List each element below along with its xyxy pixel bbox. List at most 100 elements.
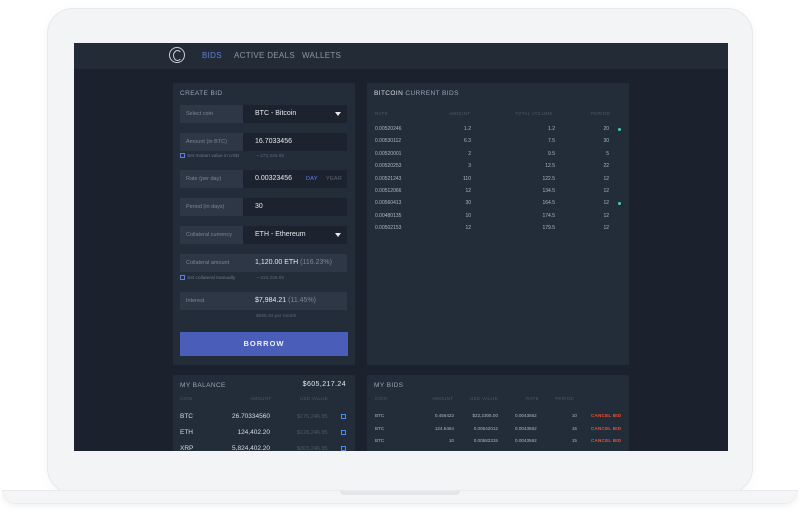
- bid-total: 7.5: [548, 138, 555, 145]
- mybid-coin: BTC: [375, 438, 385, 443]
- set-motion-checkbox-row[interactable]: Set motion value in USD: [180, 153, 239, 159]
- bid-amount: 110: [463, 175, 471, 182]
- mybid-usd: 0.00582315: [473, 438, 498, 443]
- current-bids-title-coin: BITCOIN: [374, 90, 404, 97]
- bid-rate: 0.00502153: [375, 225, 402, 232]
- set-collateral-checkbox-row[interactable]: Set collateral manually: [180, 275, 235, 281]
- bid-rate: 0.00520001: [375, 150, 402, 157]
- checkbox-icon[interactable]: [180, 153, 185, 158]
- app-logo-icon[interactable]: [169, 47, 185, 63]
- col-rate: RATE: [375, 111, 388, 116]
- collateral-amount-pct: (116.23%): [300, 259, 332, 266]
- balance-coin: ETH: [180, 429, 193, 436]
- balance-col-coin: COIN: [180, 396, 193, 401]
- borrow-button[interactable]: BORROW: [180, 332, 348, 356]
- mybid-amount: 0.456423: [434, 413, 454, 418]
- balance-col-amount: AMOUNT: [250, 396, 272, 401]
- bid-amount: 6.3: [464, 138, 471, 145]
- bid-period: 12: [603, 212, 609, 219]
- bid-period: 12: [603, 200, 609, 207]
- collateral-amount-row: Collateral amount 1,120.00 ETH (116.23%): [180, 254, 347, 272]
- rate-year-toggle[interactable]: YEAR: [326, 176, 342, 182]
- amount-label: Amount (in BTC): [186, 139, 227, 145]
- mybids-col-rate: RATE: [526, 396, 539, 401]
- external-link-icon[interactable]: [341, 414, 346, 419]
- bid-rate: 0.00520253: [375, 163, 402, 170]
- period-input[interactable]: 30: [243, 198, 347, 216]
- rate-row: Rate (per day) 0.00323456 DAY YEAR: [180, 170, 347, 188]
- mybid-period: 15: [571, 425, 577, 431]
- select-coin-dropdown[interactable]: BTC - Bitcoin: [243, 105, 347, 123]
- mybid-coin: BTC: [375, 413, 385, 418]
- select-coin-row: Select coin BTC - Bitcoin: [180, 105, 347, 123]
- external-link-icon[interactable]: [341, 446, 346, 451]
- interest-note: $665.34 per month: [256, 314, 297, 319]
- app-screen: BIDS ACTIVE DEALS WALLETS CREATE BID Sel…: [74, 43, 728, 451]
- balance-amount: 26.70334560: [232, 413, 270, 420]
- balance-amount: 124,402.20: [237, 429, 270, 436]
- bid-period: 12: [603, 225, 609, 232]
- mybid-rate: 0.0043562: [515, 425, 537, 431]
- mybid-rate: 0.0043562: [515, 438, 537, 443]
- my-balance-total: $605,217.24: [302, 381, 346, 388]
- external-link-icon[interactable]: [341, 430, 346, 435]
- set-motion-label: Set motion value in USD: [187, 153, 240, 159]
- current-bids-title-rest: CURRENT BIDS: [403, 90, 459, 97]
- col-amount: AMOUNT: [449, 111, 471, 116]
- mybid-period: 10: [571, 413, 577, 418]
- amount-row: Amount (in BTC) 16.7033456: [180, 133, 347, 151]
- collateral-amount-value: 1,120.00 ETH: [255, 259, 299, 266]
- rate-value: 0.00323456: [255, 175, 292, 182]
- bid-period: 12: [603, 175, 609, 182]
- collateral-currency-dropdown[interactable]: ETH - Ethereum: [243, 226, 347, 244]
- bid-total: 164.5: [542, 200, 555, 207]
- set-collateral-label: Set collateral manually: [187, 275, 236, 281]
- dropdown-caret-icon: [335, 233, 341, 237]
- interest-row: Interest $7,984.21 (11.45%): [180, 292, 347, 310]
- period-row: Period (in days) 30: [180, 198, 347, 216]
- laptop-notch: [340, 491, 460, 495]
- collateral-currency-value: ETH - Ethereum: [255, 231, 306, 238]
- bid-amount: 30: [465, 200, 471, 207]
- bid-total: 174.5: [542, 212, 555, 219]
- checkbox-icon[interactable]: [180, 275, 185, 280]
- rate-day-toggle[interactable]: DAY: [306, 176, 318, 182]
- create-bid-title: CREATE BID: [180, 90, 223, 97]
- bid-period: 22: [603, 163, 609, 170]
- bid-rate: 0.00512066: [375, 188, 402, 194]
- mybids-col-amount: AMOUNT: [432, 396, 454, 401]
- tab-bids[interactable]: BIDS: [202, 51, 222, 60]
- collateral-amount-display: 1,120.00 ETH (116.23%): [243, 254, 347, 272]
- select-coin-value: BTC - Bitcoin: [255, 110, 297, 117]
- bid-amount: 10: [465, 212, 471, 219]
- bid-period: 20: [603, 126, 609, 132]
- collateral-usd-note: ~ 316,246.95: [256, 276, 285, 281]
- mybids-col-coin: COIN: [375, 396, 388, 401]
- collateral-amount-label: Collateral amount: [186, 260, 230, 266]
- cancel-bid-button[interactable]: CANCEL BID: [591, 413, 621, 418]
- mybid-coin: BTC: [375, 425, 385, 431]
- mybid-usd: $22,2305.00: [472, 413, 498, 418]
- bid-rate: 0.00530112: [375, 138, 402, 145]
- cancel-bid-button[interactable]: CANCEL BID: [591, 438, 621, 443]
- tab-wallets[interactable]: WALLETS: [302, 51, 341, 60]
- rate-label: Rate (per day): [186, 176, 222, 182]
- collateral-currency-row: Collateral currency ETH - Ethereum: [180, 226, 347, 244]
- bid-total: 12.5: [545, 163, 555, 170]
- cancel-bid-button[interactable]: CANCEL BID: [591, 426, 621, 431]
- dropdown-caret-icon: [335, 112, 341, 116]
- top-nav: BIDS ACTIVE DEALS WALLETS: [74, 43, 728, 69]
- collateral-currency-label: Collateral currency: [186, 232, 232, 238]
- bid-period: 5: [606, 150, 609, 157]
- bid-total: 179.5: [542, 225, 555, 232]
- tab-active-deals[interactable]: ACTIVE DEALS: [234, 51, 295, 60]
- current-bids-title: BITCOIN CURRENT BIDS: [374, 90, 459, 97]
- amount-input[interactable]: 16.7033456: [243, 133, 347, 151]
- current-bids-panel: BITCOIN CURRENT BIDS RATE AMOUNT TOTAL V…: [367, 83, 629, 365]
- bid-rate: 0.00521243: [375, 175, 402, 182]
- bid-rate: 0.00560413: [375, 200, 402, 207]
- bid-rate: 0.00480135: [375, 212, 402, 219]
- balance-coin: BTC: [180, 413, 193, 420]
- mybid-period: 15: [571, 438, 577, 443]
- status-dot-icon: [618, 128, 621, 131]
